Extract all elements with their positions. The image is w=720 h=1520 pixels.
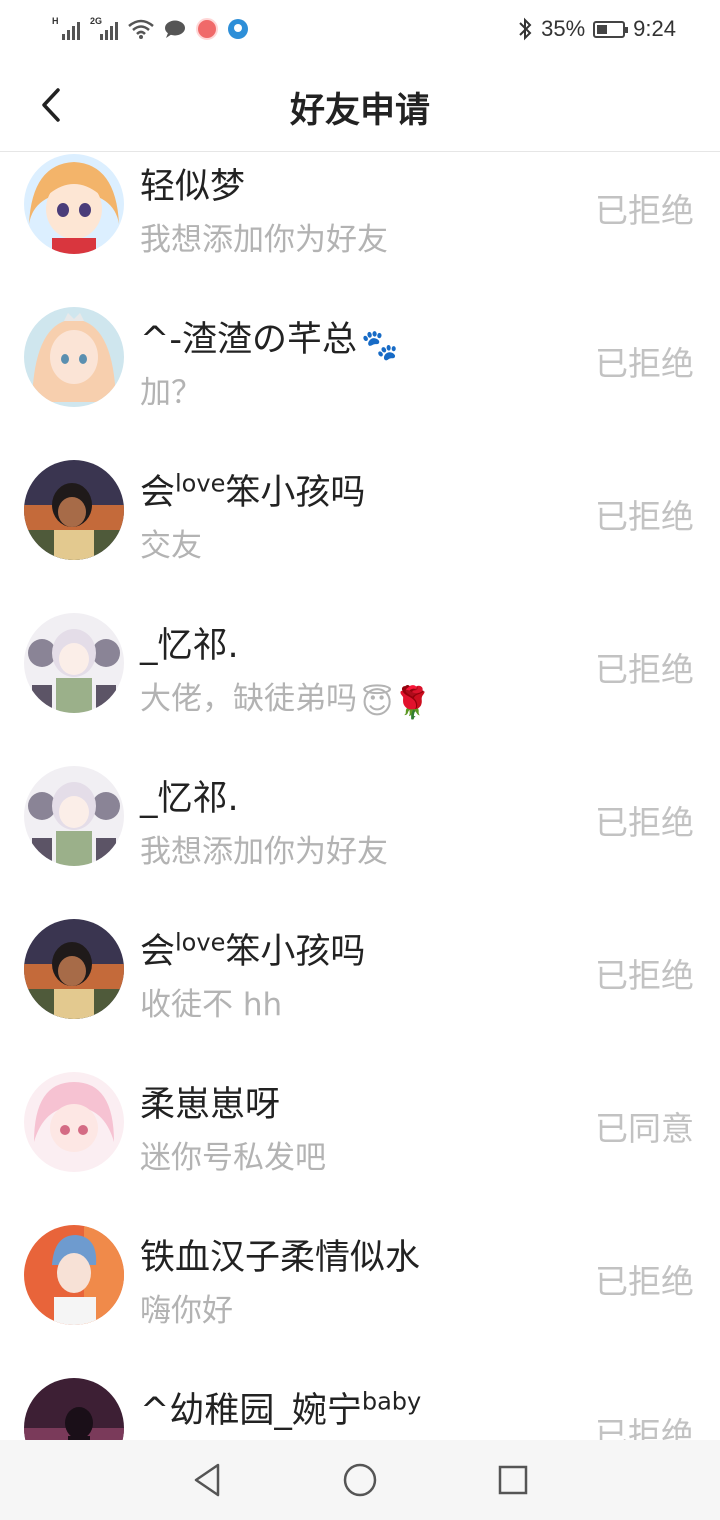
friend-request-row[interactable]: _忆祁. 大佬，缺徒弟吗 😇🌹 已拒绝	[0, 563, 720, 721]
friend-request-row[interactable]: 轻似梦 我想添加你为好友 已拒绝	[0, 152, 720, 258]
back-triangle-icon	[194, 1463, 219, 1497]
nav-recents-button[interactable]	[483, 1450, 543, 1510]
avatar[interactable]	[24, 613, 124, 713]
friend-request-row[interactable]: _忆祁. 我想添加你为好友 已拒绝	[0, 716, 720, 870]
friend-request-row[interactable]: 铁血汉子柔情似水 嗨你好 已拒绝	[0, 1175, 720, 1329]
requester-name: 铁血汉子柔情似水	[140, 1238, 421, 1278]
requester-name: 会love笨小孩吗	[140, 469, 366, 513]
nav-back-button[interactable]	[177, 1450, 237, 1510]
request-status: 已同意	[595, 1109, 694, 1148]
signal-icon: H	[52, 16, 80, 40]
request-message: 加？	[140, 375, 202, 411]
nav-home-button[interactable]	[330, 1450, 390, 1510]
request-status: 已拒绝	[595, 803, 694, 842]
recents-square-icon	[499, 1465, 528, 1495]
avatar[interactable]	[24, 1225, 124, 1325]
requester-name: ^-渣渣の芊总 🐾	[140, 320, 399, 363]
request-status: 已拒绝	[595, 191, 694, 230]
request-status: 已拒绝	[595, 1262, 694, 1301]
request-message: 迷你号私发吧	[140, 1140, 326, 1176]
request-status: 已拒绝	[595, 1415, 694, 1440]
friend-request-list[interactable]: 轻似梦 我想添加你为好友 已拒绝 ^-渣渣の芊总 🐾 加？ 已拒绝 会love笨…	[0, 152, 720, 1440]
request-message: 大佬，缺徒弟吗 😇🌹	[140, 681, 432, 721]
page-title: 好友申请	[289, 91, 430, 131]
friend-request-row[interactable]: 会love笨小孩吗 收徒不 hh 已拒绝	[0, 869, 720, 1023]
request-message: 我想添加你为好友	[140, 834, 388, 870]
app-notification-icon	[196, 18, 218, 40]
request-status: 已拒绝	[595, 956, 694, 995]
requester-name: 会love笨小孩吗	[140, 928, 366, 972]
requester-name: _忆祁.	[140, 626, 239, 666]
bluetooth-icon	[519, 17, 532, 41]
avatar[interactable]	[24, 1378, 124, 1440]
paw-prints-emoji: 🐾	[360, 328, 399, 363]
system-nav-bar	[0, 1440, 720, 1520]
request-status: 已拒绝	[595, 344, 694, 383]
avatar[interactable]	[24, 1072, 124, 1172]
app-header: 好友申请	[0, 58, 720, 152]
avatar[interactable]	[24, 919, 124, 1019]
clock: 9:24	[633, 16, 676, 41]
friend-request-row[interactable]: 柔崽崽呀 迷你号私发吧 已同意	[0, 1022, 720, 1176]
friend-request-row[interactable]: 会love笨小孩吗 交友 已拒绝	[0, 410, 720, 564]
request-message: 嗨你好	[140, 1293, 233, 1329]
friend-request-row[interactable]: ^-渣渣の芊总 🐾 加？ 已拒绝	[0, 257, 720, 411]
avatar[interactable]	[24, 460, 124, 560]
requester-name: ^幼稚园_婉宁baby	[140, 1387, 422, 1431]
requester-name: 轻似梦	[140, 167, 246, 207]
friend-request-row[interactable]: ^幼稚园_婉宁baby 已拒绝	[0, 1328, 720, 1440]
request-status: 已拒绝	[595, 650, 694, 689]
browser-icon	[228, 19, 248, 39]
home-circle-icon	[343, 1463, 377, 1497]
battery-percent: 35%	[541, 16, 586, 41]
avatar[interactable]	[24, 766, 124, 866]
wifi-icon	[128, 19, 154, 39]
request-message: 交友	[140, 528, 202, 564]
signal-icon: 2G	[90, 16, 118, 40]
chat-bubble-icon	[165, 20, 185, 38]
avatar[interactable]	[24, 154, 124, 254]
requester-name: _忆祁.	[140, 779, 239, 819]
request-message: 收徒不 hh	[140, 987, 283, 1023]
avatar[interactable]	[24, 307, 124, 407]
status-bar: H 2G 35% 9:24	[0, 0, 720, 58]
requester-name: 柔崽崽呀	[140, 1085, 281, 1125]
battery-icon	[593, 20, 629, 38]
request-status: 已拒绝	[595, 497, 694, 536]
request-message: 我想添加你为好友	[140, 222, 388, 258]
